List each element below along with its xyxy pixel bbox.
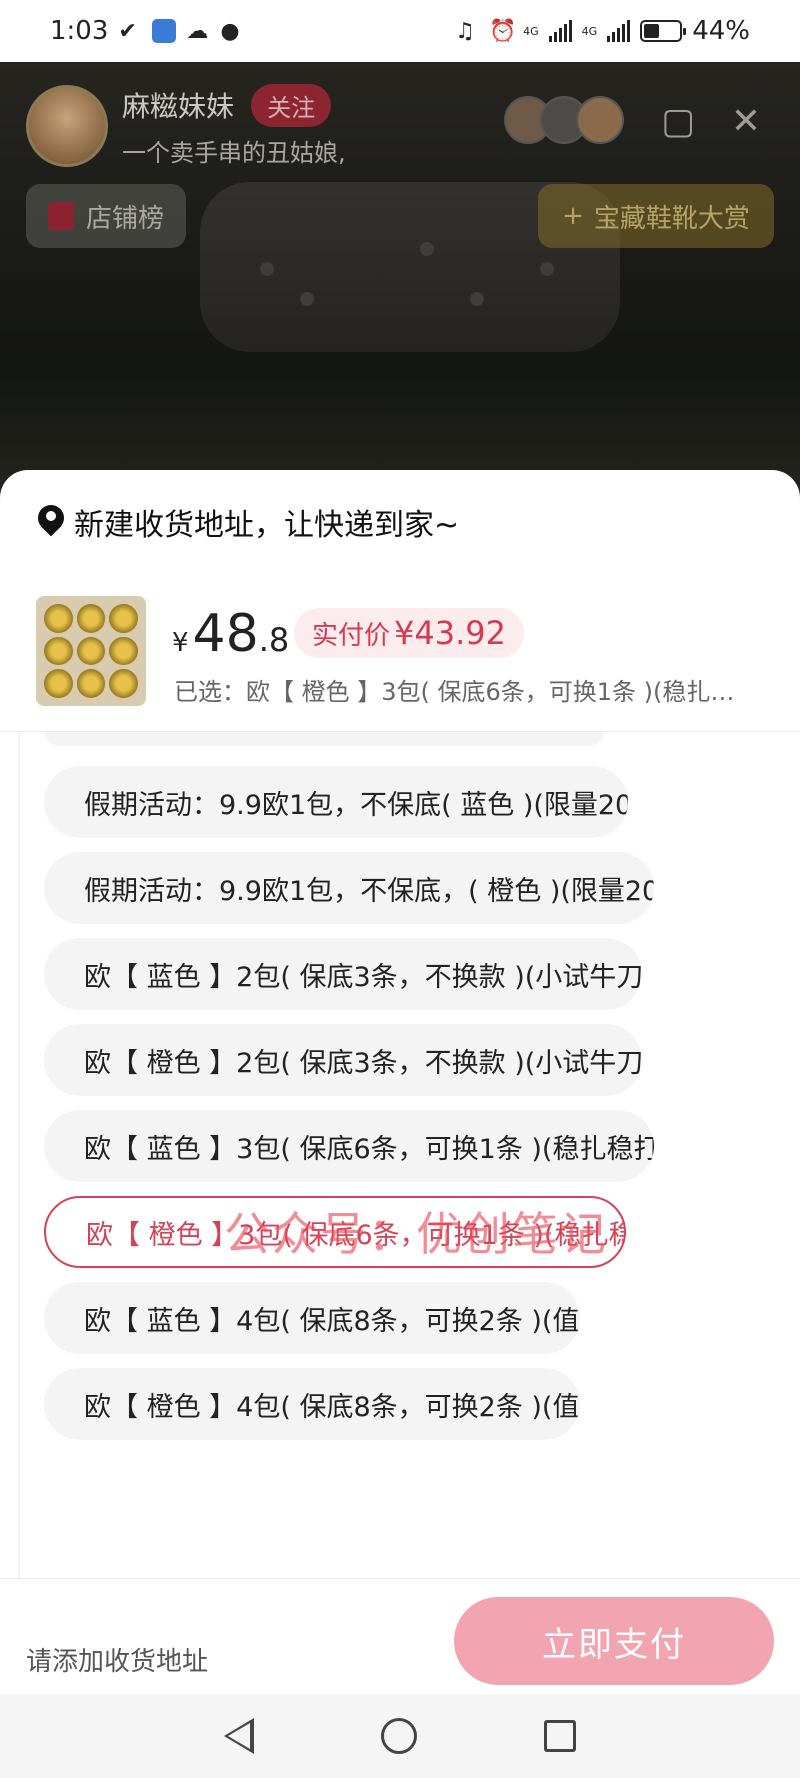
- share-screen-icon[interactable]: ▢: [658, 102, 698, 142]
- battery-fill: [644, 24, 660, 38]
- close-icon[interactable]: ✕: [726, 102, 766, 142]
- product-summary: ¥ 48 .8 实付价 ¥43.92 已选：欧【 橙色 】3包( 保底6条，可换…: [0, 580, 800, 732]
- variant-option[interactable]: 欧【 橙色 】4包( 保底8条，可换2条 )(值): [44, 1368, 580, 1440]
- headphone-icon: ♫: [455, 19, 475, 44]
- streamer-avatar[interactable]: [26, 85, 108, 167]
- thumb-bead: [76, 636, 106, 666]
- back-icon[interactable]: [223, 1718, 254, 1754]
- network-type: 4G: [523, 24, 539, 38]
- variant-options-list[interactable]: 假期活动：9.9欧1包，不保底( 蓝色 )(限量20… 假期活动：9.9欧1包，不…: [18, 732, 782, 1578]
- thumb-bead: [109, 604, 138, 633]
- product-price: ¥ 48 .8: [172, 604, 289, 664]
- location-pin-icon: [38, 505, 64, 539]
- real-pay-value: ¥43.92: [394, 614, 506, 652]
- app-notification-icon: [152, 19, 177, 43]
- new-address-text: 新建收货地址，让快递到家~: [74, 508, 460, 543]
- live-stream-background: 麻糍妹妹 关注 一个卖手串的丑姑娘, ▢ ✕ 店铺榜 + 宝藏鞋靴大赏: [0, 62, 800, 502]
- thumb-bead: [109, 669, 138, 698]
- signal-icon-2: [607, 20, 631, 42]
- battery-percent: 44%: [692, 16, 750, 46]
- viewer-avatar: [576, 96, 624, 144]
- status-bar: 1:03 ✔ ☁ ● ♫ ⏰ 4G 4G 44%: [0, 0, 800, 62]
- shopping-bag-icon: [48, 202, 74, 230]
- variant-option[interactable]: 假期活动：9.9欧1包，不保底( 蓝色 )(限量20…: [44, 766, 628, 838]
- purchase-sheet: 新建收货地址，让快递到家~ ¥ 48 .8 实付价 ¥43.92 已选：欧【 橙…: [0, 470, 800, 1778]
- variant-option-selected[interactable]: 欧【 橙色 】3包( 保底6条，可换1条 )(稳扎稳打): [44, 1196, 626, 1268]
- thumb-bead: [44, 669, 73, 698]
- alarm-icon: ⏰: [489, 19, 517, 44]
- award-label: 宝藏鞋靴大赏: [593, 203, 750, 234]
- thumb-bead: [76, 604, 106, 633]
- plus-icon: +: [562, 201, 584, 231]
- real-pay-badge: 实付价 ¥43.92: [294, 608, 524, 658]
- status-time: 1:03: [50, 16, 109, 46]
- variant-option[interactable]: 欧【 蓝色 】4包( 保底8条，可换2条 )(值): [44, 1282, 580, 1354]
- variant-option[interactable]: 假期活动：9.9欧1包，不保底，( 橙色 )(限量20…: [44, 852, 654, 924]
- network-type-2: 4G: [581, 24, 598, 38]
- follow-button[interactable]: 关注: [251, 84, 332, 127]
- streamer-description: 一个卖手串的丑姑娘,: [122, 139, 346, 167]
- variant-option[interactable]: 欧【 蓝色 】2包( 保底3条，不换款 )(小试牛刀): [44, 938, 642, 1010]
- option-peek[interactable]: [44, 732, 604, 746]
- award-button[interactable]: + 宝藏鞋靴大赏: [538, 184, 774, 248]
- product-thumbnail[interactable]: [36, 596, 146, 706]
- wechat-icon: ☁: [186, 19, 209, 44]
- price-decimal: .8: [258, 621, 290, 659]
- thumb-bead: [44, 604, 73, 633]
- shop-rank-label: 店铺榜: [86, 203, 165, 234]
- variant-option[interactable]: 欧【 橙色 】2包( 保底3条，不换款 )(小试牛刀): [44, 1024, 642, 1096]
- thumb-bead: [109, 636, 138, 666]
- home-icon[interactable]: [380, 1718, 417, 1754]
- new-address-row[interactable]: 新建收货地址，让快递到家~: [38, 500, 459, 544]
- pay-now-button[interactable]: 立即支付: [454, 1597, 774, 1685]
- add-address-hint[interactable]: 请添加收货地址: [26, 1641, 208, 1678]
- battery-icon: [640, 20, 687, 42]
- viewer-avatars[interactable]: [504, 96, 624, 144]
- notification-icon: ✔: [118, 19, 137, 44]
- variant-option[interactable]: 欧【 蓝色 】3包( 保底6条，可换1条 )(稳扎稳打): [44, 1110, 654, 1182]
- shop-rank-button[interactable]: 店铺榜: [26, 184, 187, 248]
- message-icon: ●: [220, 19, 240, 44]
- real-pay-label: 实付价: [312, 620, 391, 651]
- streamer-info[interactable]: 麻糍妹妹 关注 一个卖手串的丑姑娘,: [26, 84, 346, 168]
- recent-apps-icon[interactable]: [544, 1720, 577, 1752]
- thumb-bead: [76, 669, 106, 698]
- signal-icon: [548, 20, 572, 42]
- selected-variant: 已选：欧【 橙色 】3包( 保底6条，可换1条 )(稳扎…: [174, 678, 735, 706]
- price-integer: 48: [192, 604, 259, 664]
- currency-symbol: ¥: [172, 628, 189, 658]
- streamer-name: 麻糍妹妹: [122, 90, 235, 123]
- thumb-bead: [44, 636, 73, 666]
- system-navigation-bar: [0, 1694, 800, 1778]
